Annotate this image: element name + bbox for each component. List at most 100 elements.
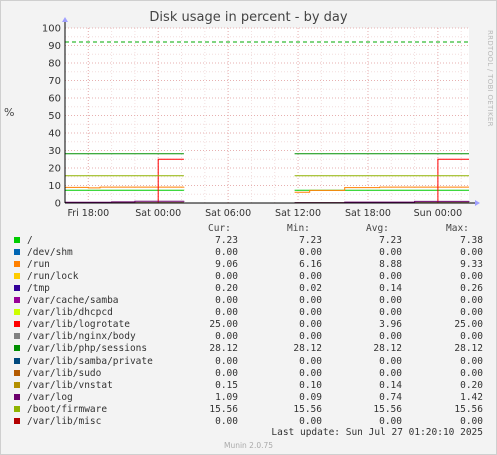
- legend-label: /tmp: [27, 283, 50, 295]
- legend-value-max: 0.00: [460, 247, 483, 259]
- legend-value-cur: 25.00: [209, 319, 238, 331]
- legend-label: /var/lib/samba/private: [27, 355, 153, 367]
- legend-value-avg: 0.00: [379, 307, 402, 319]
- legend-swatch: [14, 333, 20, 340]
- legend-label: /var/lib/php/sessions: [27, 343, 148, 355]
- legend-value-avg: 15.56: [373, 403, 402, 415]
- legend-value-avg: 7.23: [379, 235, 402, 246]
- legend-value-avg: 0.00: [379, 271, 402, 283]
- legend-value-avg: 28.12: [373, 343, 402, 355]
- legend-value-cur: 0.00: [215, 295, 238, 307]
- legend-value-max: 25.00: [454, 319, 483, 331]
- y-tick-label: 80: [48, 59, 61, 70]
- legend-row: /dev/shm 0.00 0.00 0.00 0.00: [0, 247, 497, 259]
- y-tick-label: 70: [48, 76, 61, 87]
- last-update: Last update: Sun Jul 27 01:20:10 2025: [271, 427, 483, 438]
- legend-value-min: 6.16: [299, 259, 322, 271]
- legend-row: /boot/firmware 15.56 15.56 15.56 15.56: [0, 404, 497, 416]
- y-tick-label: 0: [55, 199, 61, 210]
- legend-value-min: 0.00: [299, 367, 322, 379]
- legend-value-min: 0.00: [299, 295, 322, 307]
- y-tick-label: 30: [48, 146, 61, 157]
- y-tick-label: 50: [48, 111, 61, 122]
- legend-row: /run 9.06 6.16 8.88 9.33: [0, 259, 497, 271]
- legend-swatch: [14, 237, 20, 243]
- munin-version: Munin 2.0.75: [223, 441, 274, 450]
- legend-header-avg: Avg:: [366, 223, 389, 234]
- x-tick-label: Sat 12:00: [275, 208, 321, 219]
- legend-swatch: [14, 369, 20, 376]
- legend-swatch: [14, 345, 20, 352]
- y-tick-label: 60: [48, 94, 61, 105]
- legend-swatch: [14, 297, 20, 304]
- legend-swatch: [14, 357, 20, 364]
- y-tick-label: 20: [48, 164, 61, 175]
- legend-value-avg: 0.00: [379, 415, 402, 427]
- legend-value-max: 0.00: [460, 415, 483, 427]
- legend-row: /var/lib/samba/private 0.00 0.00 0.00 0.00: [0, 356, 497, 368]
- legend-value-cur: 0.20: [215, 283, 238, 295]
- legend-row: /var/lib/nginx/body 0.00 0.00 0.00 0.00: [0, 331, 497, 343]
- legend-row: /tmp 0.20 0.02 0.14 0.26: [0, 283, 497, 295]
- legend-label: /run: [27, 259, 50, 271]
- legend-value-avg: 0.14: [379, 379, 402, 391]
- legend-value-max: 1.42: [460, 391, 483, 403]
- legend-label: /var/lib/sudo: [27, 367, 102, 379]
- legend-value-max: 0.00: [460, 271, 483, 283]
- legend-value-max: 0.00: [460, 367, 483, 379]
- legend-swatch: [14, 393, 20, 400]
- x-tick-label: Sat 06:00: [205, 208, 251, 219]
- legend-value-avg: 0.74: [379, 391, 402, 403]
- x-tick-label: Sun 00:00: [414, 208, 462, 219]
- legend-header-max: Max:: [446, 223, 469, 234]
- legend-swatch: [14, 309, 20, 316]
- legend-label: /dev/shm: [27, 247, 73, 259]
- legend-value-avg: 0.00: [379, 295, 402, 307]
- legend-label: /var/lib/dhcpcd: [27, 307, 113, 319]
- legend-value-cur: 0.15: [215, 379, 238, 391]
- legend-value-max: 0.26: [460, 283, 483, 295]
- legend-value-min: 28.12: [293, 343, 322, 355]
- legend-value-cur: 0.00: [215, 415, 238, 427]
- legend-value-cur: 7.23: [215, 235, 238, 246]
- legend-value-max: 15.56: [454, 403, 483, 415]
- legend-value-avg: 0.14: [379, 283, 402, 295]
- legend-value-min: 0.00: [299, 307, 322, 319]
- legend-row: / 7.23 7.23 7.23 7.38: [0, 235, 497, 247]
- legend-swatch: [14, 405, 20, 412]
- y-tick-label: 90: [48, 41, 61, 52]
- legend-value-min: 0.02: [299, 283, 322, 295]
- legend-value-cur: 9.06: [215, 259, 238, 271]
- legend-value-max: 0.00: [460, 307, 483, 319]
- legend-value-max: 28.12: [454, 343, 483, 355]
- legend-label: /: [27, 235, 33, 246]
- legend-label: /var/lib/nginx/body: [27, 331, 136, 343]
- legend-value-avg: 0.00: [379, 331, 402, 343]
- legend-value-min: 0.00: [299, 355, 322, 367]
- legend-value-min: 0.00: [299, 415, 322, 427]
- legend-value-avg: 8.88: [379, 259, 402, 271]
- legend-header-cur: Cur:: [208, 223, 231, 234]
- legend-swatch: [14, 249, 20, 256]
- legend-label: /var/lib/misc: [27, 415, 102, 427]
- legend-row: /run/lock 0.00 0.00 0.00 0.00: [0, 271, 497, 283]
- legend-value-max: 0.20: [460, 379, 483, 391]
- legend-swatch: [14, 381, 20, 388]
- legend-value-max: 0.00: [460, 355, 483, 367]
- legend-value-avg: 0.00: [379, 355, 402, 367]
- legend-label: /var/cache/samba: [27, 295, 119, 307]
- legend-value-cur: 0.00: [215, 271, 238, 283]
- legend-value-cur: 0.00: [215, 307, 238, 319]
- legend-label: /run/lock: [27, 271, 79, 283]
- legend-value-cur: 0.00: [215, 247, 238, 259]
- legend-value-avg: 3.96: [379, 319, 402, 331]
- legend-row: /var/cache/samba 0.00 0.00 0.00 0.00: [0, 295, 497, 307]
- x-axis-arrow: [475, 200, 480, 206]
- legend-row: /var/lib/dhcpcd 0.00 0.00 0.00 0.00: [0, 307, 497, 319]
- legend-label: /var/lib/vnstat: [27, 379, 113, 391]
- legend-value-cur: 15.56: [209, 403, 238, 415]
- legend-value-avg: 0.00: [379, 247, 402, 259]
- legend-value-cur: 1.09: [215, 391, 238, 403]
- legend-value-min: 0.10: [299, 379, 322, 391]
- x-tick-label: Fri 18:00: [67, 208, 109, 219]
